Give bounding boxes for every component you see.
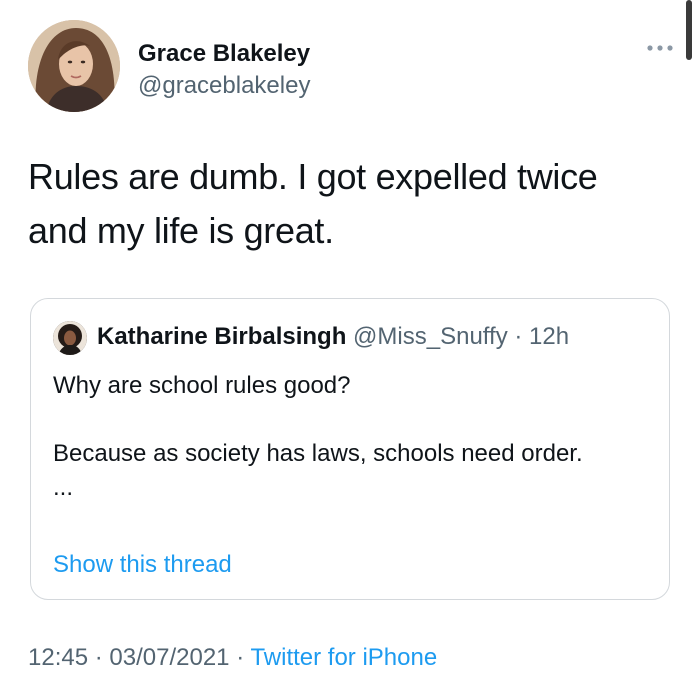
tweet-screen: Grace Blakeley @graceblakeley Rules are …: [0, 0, 700, 697]
more-options-button[interactable]: [642, 36, 678, 60]
author-avatar[interactable]: [28, 20, 120, 112]
author-handle[interactable]: @graceblakeley: [138, 72, 310, 100]
more-horizontal-icon: [647, 45, 673, 51]
quoted-tweet-time[interactable]: 12h: [529, 323, 569, 350]
scrollbar[interactable]: [686, 0, 692, 60]
tweet-text-line: and my life is great.: [28, 210, 334, 251]
quoted-tweet-text: Why are school rules good? Because as so…: [53, 369, 643, 505]
quoted-author-display-name[interactable]: Katharine Birbalsingh: [97, 323, 346, 350]
footer-separator: ·: [94, 644, 103, 671]
quoted-paragraph: Why are school rules good?: [53, 372, 351, 399]
quoted-ellipsis: ...: [53, 474, 74, 501]
quoted-author-handle[interactable]: @Miss_Snuffy: [353, 323, 508, 350]
avatar-photo: [28, 20, 120, 112]
tweet-date[interactable]: 03/07/2021: [109, 644, 229, 671]
quoted-paragraph: Because as society has laws, schools nee…: [53, 440, 583, 467]
tweet-text-line: Rules are dumb. I got expelled twice: [28, 156, 598, 197]
tweet-header: Grace Blakeley @graceblakeley: [28, 20, 673, 116]
tweet-footer: 12:45 · 03/07/2021 · Twitter for iPhone: [28, 644, 437, 672]
show-thread-link[interactable]: Show this thread: [53, 551, 232, 579]
quoted-tweet-header: Katharine Birbalsingh @Miss_Snuffy · 12h: [97, 323, 569, 351]
quoted-avatar-photo: [53, 321, 87, 355]
footer-separator: ·: [236, 644, 245, 671]
quoted-author-avatar[interactable]: [53, 321, 87, 355]
quoted-tweet-card[interactable]: Katharine Birbalsingh @Miss_Snuffy · 12h…: [30, 298, 670, 600]
author-display-name[interactable]: Grace Blakeley: [138, 40, 310, 68]
tweet-time[interactable]: 12:45: [28, 644, 88, 671]
meta-separator: ·: [514, 323, 523, 350]
tweet-source-link[interactable]: Twitter for iPhone: [250, 644, 437, 671]
tweet-text: Rules are dumb. I got expelled twice and…: [28, 150, 668, 258]
